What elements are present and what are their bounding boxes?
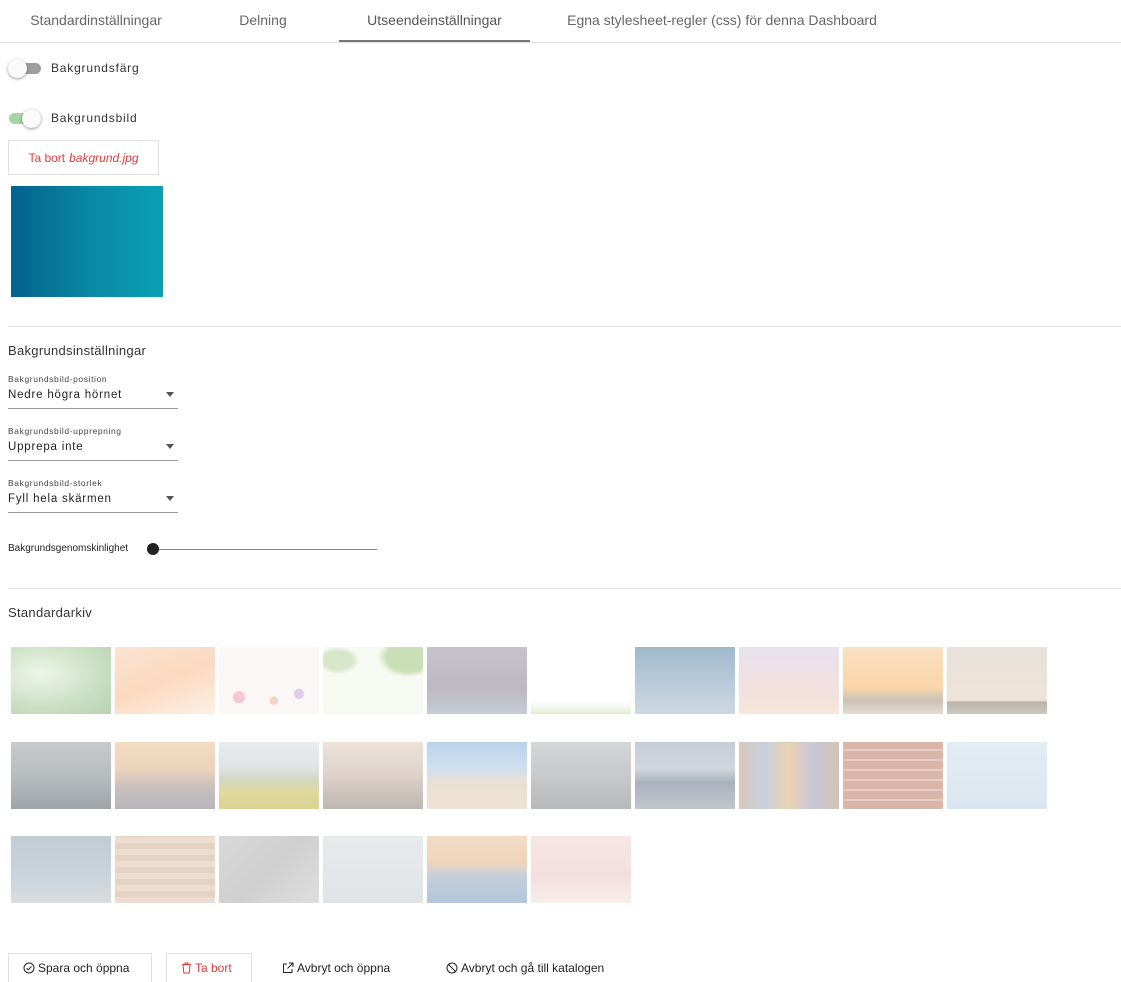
archive-image[interactable] (115, 836, 215, 903)
background-opacity-slider[interactable] (147, 543, 377, 555)
archive-image[interactable] (323, 836, 423, 903)
archive-image[interactable] (11, 836, 111, 903)
archive-image[interactable] (323, 742, 423, 809)
background-settings-title: Bakgrundsinställningar (8, 343, 147, 358)
cancel-and-go-to-catalog-label: Avbryt och gå till katalogen (461, 960, 605, 975)
archive-image[interactable] (739, 647, 839, 714)
block-icon (446, 962, 458, 973)
background-repeat-label: Bakgrundsbild-upprepning (8, 426, 122, 436)
archive-image[interactable] (947, 647, 1047, 714)
external-link-icon (283, 962, 294, 973)
cancel-and-open-label: Avbryt och öppna (297, 960, 391, 975)
archive-image[interactable] (11, 742, 111, 809)
background-color-toggle[interactable] (8, 58, 42, 78)
trash-icon (182, 962, 191, 974)
tab-sharing[interactable]: Delning (222, 0, 304, 42)
background-opacity-label: Bakgrundsgenomskinlighet (8, 543, 129, 554)
background-repeat-value: Upprepa inte (8, 441, 84, 453)
background-position-select[interactable]: Nedre högra hörnet (8, 386, 178, 409)
archive-image[interactable] (219, 836, 319, 903)
archive-image[interactable] (427, 647, 527, 714)
background-position-label: Bakgrundsbild-position (8, 374, 108, 384)
background-color-row: Bakgrundsfärg (8, 58, 139, 78)
background-position-field: Bakgrundsbild-position Nedre högra hörne… (8, 374, 178, 409)
archive-image[interactable] (219, 742, 319, 809)
background-size-select[interactable]: Fyll hela skärmen (8, 490, 178, 513)
delete-button[interactable]: Ta bort (166, 953, 252, 982)
save-and-open-label: Spara och öppna (38, 961, 130, 975)
archive-image[interactable] (843, 647, 943, 714)
divider (8, 326, 1121, 327)
archive-image[interactable] (219, 647, 319, 714)
background-file-name: bakgrund.jpg (69, 150, 139, 165)
check-circle-icon (23, 962, 35, 974)
remove-background-file-button[interactable]: Ta bort bakgrund.jpg (8, 140, 159, 175)
archive-image[interactable] (115, 742, 215, 809)
chevron-down-icon (166, 496, 174, 501)
background-size-value: Fyll hela skärmen (8, 493, 112, 505)
tab-standard-settings[interactable]: Standardinställningar (8, 0, 184, 42)
background-size-field: Bakgrundsbild-storlek Fyll hela skärmen (8, 478, 178, 513)
background-position-value: Nedre högra hörnet (8, 389, 123, 401)
background-image-row: Bakgrundsbild (8, 108, 137, 128)
archive-image[interactable] (635, 647, 735, 714)
background-image-preview (11, 186, 163, 297)
archive-image[interactable] (843, 742, 943, 809)
background-size-label: Bakgrundsbild-storlek (8, 478, 103, 488)
tab-bar: Standardinställningar Delning Utseendein… (0, 0, 1121, 43)
archive-image[interactable] (115, 647, 215, 714)
background-repeat-field: Bakgrundsbild-upprepning Upprepa inte (8, 426, 178, 461)
tab-custom-css[interactable]: Egna stylesheet-regler (css) för denna D… (546, 0, 898, 42)
cancel-and-go-to-catalog-button[interactable]: Avbryt och gå till katalogen (446, 953, 604, 982)
delete-label: Ta bort (195, 961, 232, 975)
save-and-open-button[interactable]: Spara och öppna (8, 953, 152, 982)
background-image-toggle[interactable] (8, 108, 42, 128)
chevron-down-icon (166, 392, 174, 397)
divider (8, 588, 1121, 589)
remove-file-label: Ta bort (28, 150, 66, 165)
archive-image[interactable] (427, 742, 527, 809)
standard-archive-title: Standardarkiv (8, 605, 93, 620)
archive-image[interactable] (11, 647, 111, 714)
chevron-down-icon (166, 444, 174, 449)
background-image-label: Bakgrundsbild (51, 111, 138, 125)
background-color-label: Bakgrundsfärg (51, 61, 140, 75)
archive-image[interactable] (531, 742, 631, 809)
archive-image[interactable] (531, 836, 631, 903)
slider-thumb[interactable] (147, 543, 159, 555)
archive-image[interactable] (531, 647, 631, 714)
archive-image[interactable] (947, 742, 1047, 809)
archive-image[interactable] (635, 742, 735, 809)
archive-image[interactable] (427, 836, 527, 903)
archive-image[interactable] (739, 742, 839, 809)
background-repeat-select[interactable]: Upprepa inte (8, 438, 178, 461)
slider-rail (151, 549, 377, 550)
tab-appearance-settings[interactable]: Utseendeinställningar (339, 0, 530, 42)
cancel-and-open-button[interactable]: Avbryt och öppna (282, 953, 390, 982)
archive-image[interactable] (323, 647, 423, 714)
